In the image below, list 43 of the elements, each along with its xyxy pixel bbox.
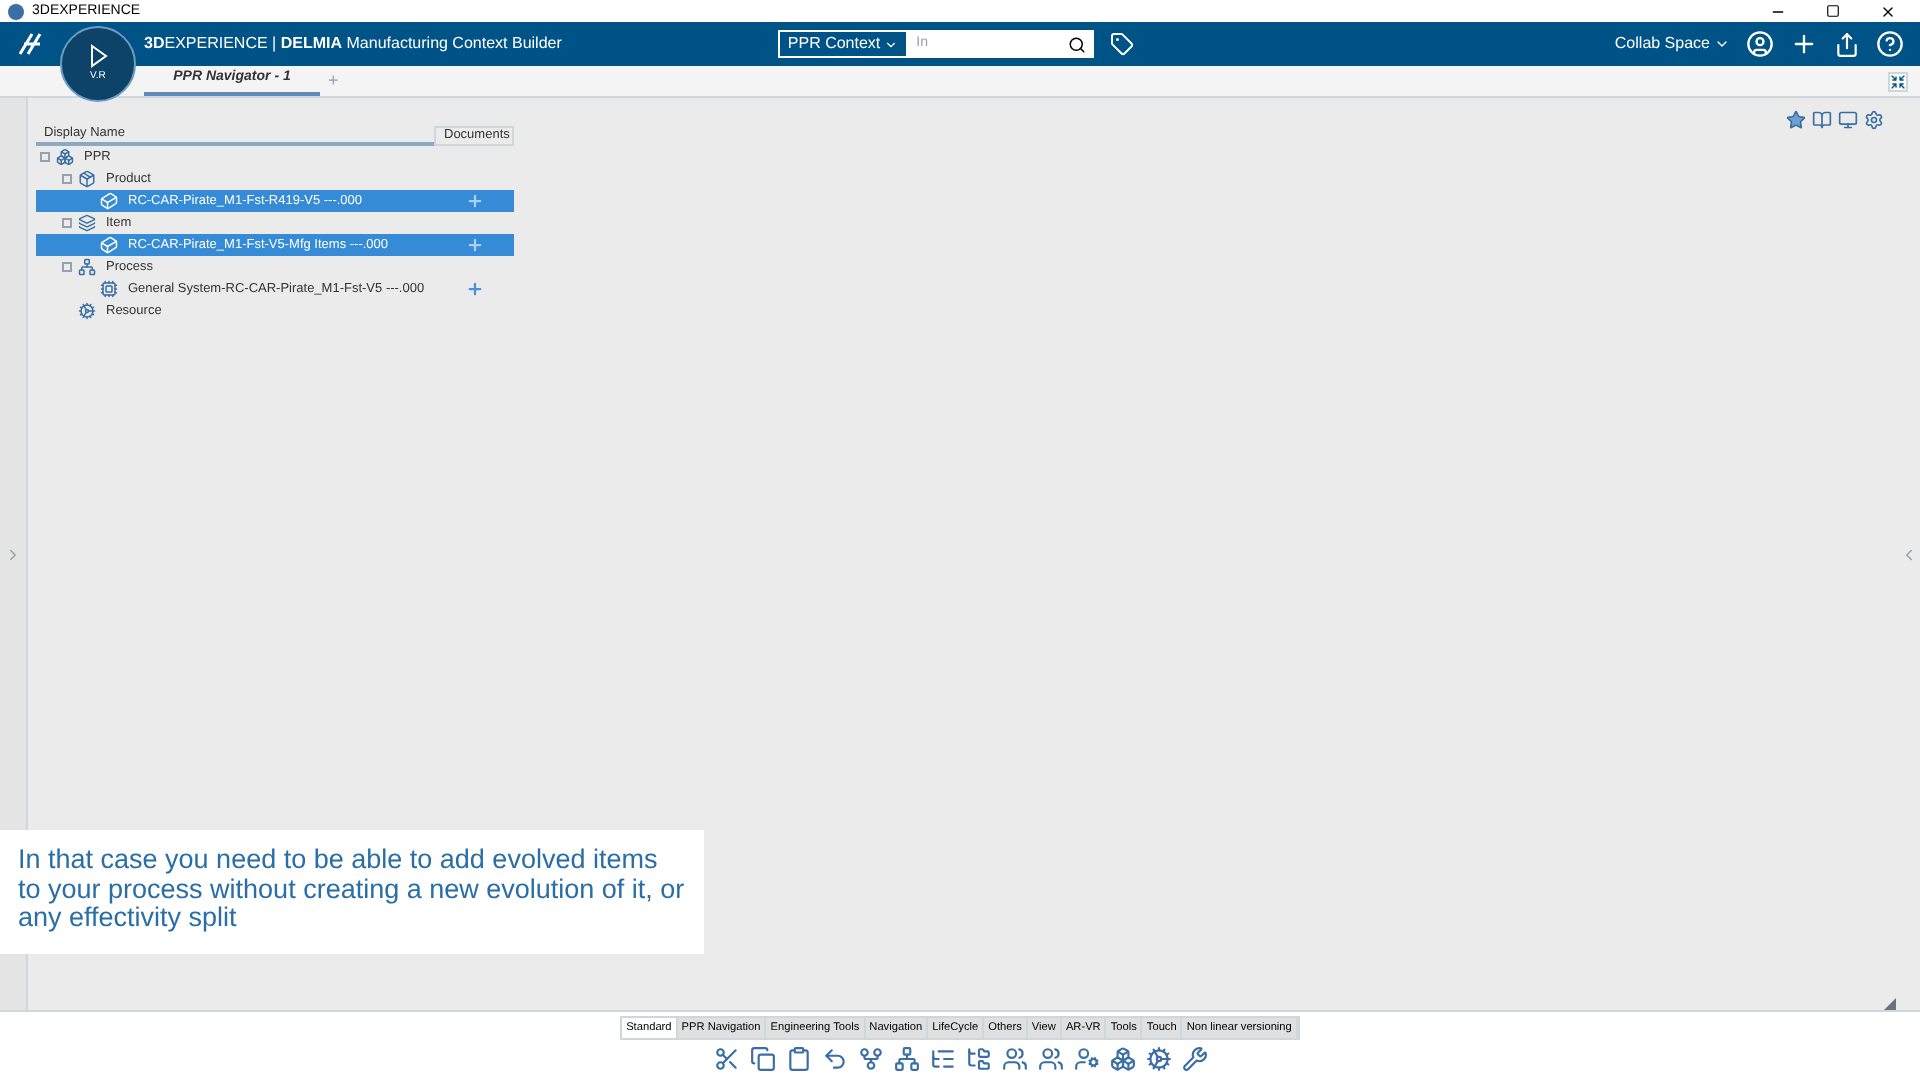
scope-dropdown[interactable]: PPR Context — [779, 32, 907, 56]
share-icon[interactable] — [1834, 31, 1860, 57]
copy-icon[interactable] — [749, 1046, 775, 1072]
cube-icon — [100, 192, 118, 210]
user-gear-icon[interactable] — [1073, 1046, 1099, 1072]
document-plus-icon[interactable] — [465, 280, 483, 298]
caption-text: In that case you need to be able to add evolved items to your process without creating a new evolution of it, or any effectivity split — [18, 846, 686, 933]
cube-icon — [100, 236, 118, 254]
app-icon — [8, 3, 24, 19]
package-icon — [78, 170, 96, 188]
network-icon[interactable] — [893, 1046, 919, 1072]
tag-icon[interactable] — [1109, 32, 1134, 56]
star-icon[interactable] — [1786, 110, 1806, 130]
paste-icon[interactable] — [785, 1046, 811, 1072]
boxes-icon[interactable] — [1109, 1046, 1135, 1072]
network-icon — [78, 258, 96, 276]
tree-icon[interactable] — [929, 1046, 955, 1072]
boxes-icon — [56, 148, 74, 166]
users-icon[interactable] — [1037, 1046, 1063, 1072]
cut-icon[interactable] — [713, 1046, 739, 1072]
caret-icon — [1714, 36, 1730, 52]
gear-icon[interactable] — [1145, 1046, 1171, 1072]
chip-icon — [100, 280, 118, 298]
help-icon[interactable] — [1876, 30, 1904, 58]
collab-space-dropdown[interactable]: Collab Space — [1614, 32, 1730, 56]
search-icon[interactable] — [1067, 35, 1086, 53]
tree-icon[interactable] — [965, 1046, 991, 1072]
caret-icon — [884, 37, 899, 51]
collapse-icon[interactable] — [1888, 72, 1908, 92]
users-icon[interactable] — [1001, 1046, 1027, 1072]
monitor-icon[interactable] — [1838, 110, 1858, 130]
wrench-icon[interactable] — [1181, 1046, 1207, 1072]
book-icon[interactable] — [1812, 110, 1832, 130]
close-icon[interactable] — [1880, 3, 1896, 19]
brand-title: 3DEXPERIENCE | DELMIA Manufacturing Context Builder — [144, 32, 562, 56]
undo-icon[interactable] — [821, 1046, 847, 1072]
add-icon[interactable] — [1790, 30, 1818, 58]
settings-icon[interactable] — [1864, 110, 1884, 130]
maximize-icon[interactable] — [1826, 3, 1840, 17]
gear-icon — [78, 302, 96, 320]
fork-icon[interactable] — [857, 1046, 883, 1072]
user-icon[interactable] — [1746, 30, 1774, 58]
layers-icon — [78, 214, 96, 232]
